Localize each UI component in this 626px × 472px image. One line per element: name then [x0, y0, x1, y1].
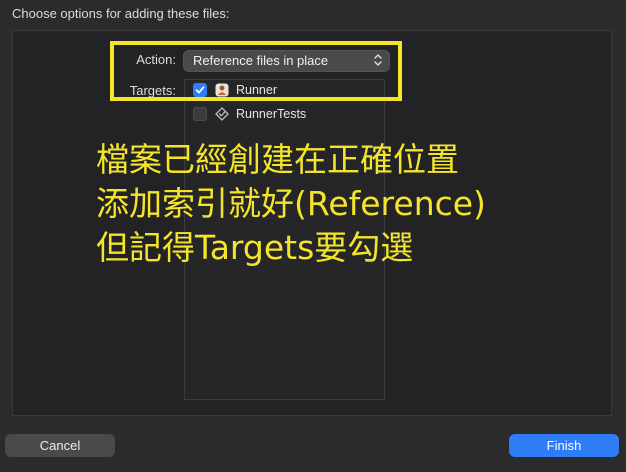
annotation-line: 但記得Targets要勾選	[96, 228, 414, 267]
highlight-box	[110, 41, 402, 101]
annotation-line: 檔案已經創建在正確位置	[96, 140, 459, 179]
cancel-button[interactable]: Cancel	[5, 434, 115, 457]
runnertests-checkbox[interactable]	[193, 107, 207, 121]
dialog-title: Choose options for adding these files:	[12, 6, 230, 21]
test-target-icon	[215, 107, 229, 121]
target-name: RunnerTests	[236, 107, 307, 121]
annotation-text: 檔案已經創建在正確位置 添加索引就好(Reference) 但記得Targets…	[96, 138, 486, 270]
annotation-line: 添加索引就好(Reference)	[96, 184, 486, 223]
finish-button[interactable]: Finish	[509, 434, 619, 457]
